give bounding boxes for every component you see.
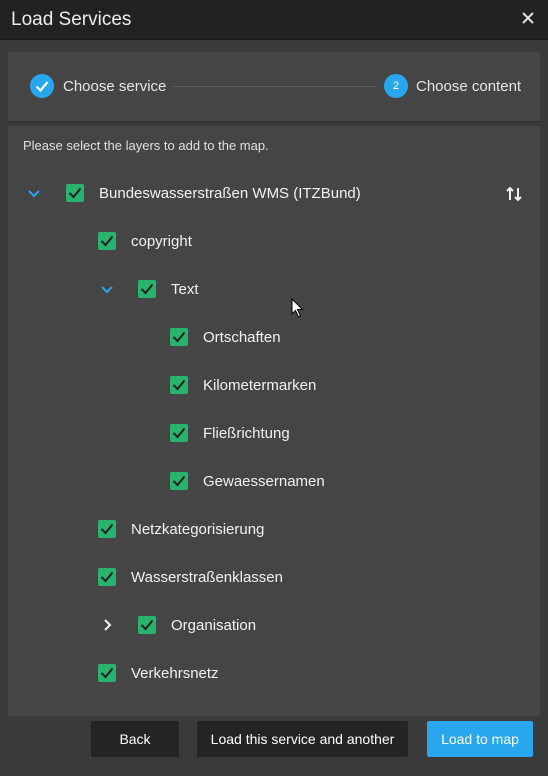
layer-checkbox[interactable] xyxy=(98,520,116,538)
layer-tree-item: Verkehrsnetz xyxy=(8,662,540,686)
layer-label: Kilometermarken xyxy=(203,377,317,394)
layer-tree-panel: Please select the layers to add to the m… xyxy=(8,126,540,716)
layer-label: Wasserstraßenklassen xyxy=(131,569,283,586)
layer-tree-item: Organisation xyxy=(8,614,540,638)
step-connector xyxy=(172,86,377,87)
stepper: Choose service 2 Choose content xyxy=(8,52,540,122)
chevron-down-icon[interactable] xyxy=(99,281,115,297)
layer-tree-item: Gewaessernamen xyxy=(8,470,540,494)
layer-tree-item: Netzkategorisierung xyxy=(8,518,540,542)
step-label: Choose service xyxy=(63,78,167,95)
step-label: Choose content xyxy=(416,78,522,95)
layer-tree-item: Text xyxy=(8,278,540,302)
layer-checkbox[interactable] xyxy=(98,568,116,586)
layer-checkbox[interactable] xyxy=(170,472,188,490)
layer-tree-item: Ortschaften xyxy=(8,326,540,350)
chevron-down-icon[interactable] xyxy=(26,185,42,201)
layer-tree-item: Fließrichtung xyxy=(8,422,540,446)
layer-checkbox[interactable] xyxy=(170,328,188,346)
layer-label: Organisation xyxy=(171,617,257,634)
layer-label: Netzkategorisierung xyxy=(131,521,265,538)
layer-label: Verkehrsnetz xyxy=(131,665,219,682)
chevron-right-icon[interactable] xyxy=(99,617,115,633)
layer-checkbox[interactable] xyxy=(98,232,116,250)
back-button[interactable]: Back xyxy=(91,721,179,757)
instruction-text: Please select the layers to add to the m… xyxy=(23,138,269,153)
load-to-map-button[interactable]: Load to map xyxy=(427,721,533,757)
check-circle-icon xyxy=(30,74,54,98)
sort-icon[interactable] xyxy=(504,184,524,204)
layer-label: Ortschaften xyxy=(203,329,281,346)
layer-checkbox[interactable] xyxy=(138,616,156,634)
mouse-cursor-icon xyxy=(291,297,305,323)
layer-label: Fließrichtung xyxy=(203,425,290,442)
layer-checkbox[interactable] xyxy=(170,424,188,442)
layer-checkbox[interactable] xyxy=(98,664,116,682)
layer-tree-item: Kilometermarken xyxy=(8,374,540,398)
step-number-badge: 2 xyxy=(384,74,408,98)
layer-tree-item: copyright xyxy=(8,230,540,254)
window-title: Load Services xyxy=(11,9,132,30)
layer-label: Bundeswasserstraßen WMS (ITZBund) xyxy=(99,185,361,202)
layer-tree-item: Bundeswasserstraßen WMS (ITZBund) xyxy=(8,182,540,206)
title-bar: Load Services xyxy=(0,0,548,40)
layer-checkbox[interactable] xyxy=(170,376,188,394)
load-service-and-another-button[interactable]: Load this service and another xyxy=(197,721,408,757)
layer-tree-item: Wasserstraßenklassen xyxy=(8,566,540,590)
layer-label: Text xyxy=(171,281,199,298)
close-icon[interactable] xyxy=(520,10,536,26)
footer: Back Load this service and another Load … xyxy=(0,716,548,776)
layer-label: copyright xyxy=(131,233,192,250)
layer-checkbox[interactable] xyxy=(66,184,84,202)
layer-checkbox[interactable] xyxy=(138,280,156,298)
layer-label: Gewaessernamen xyxy=(203,473,325,490)
